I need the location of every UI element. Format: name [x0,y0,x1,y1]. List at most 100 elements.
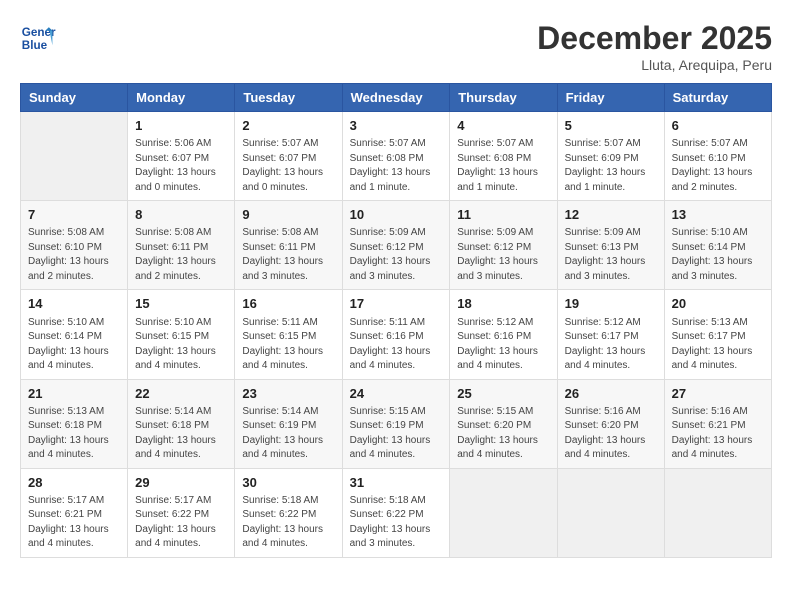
calendar-cell: 27 Sunrise: 5:16 AM Sunset: 6:21 PM Dayli… [664,379,771,468]
day-number: 25 [457,385,549,403]
calendar-week-4: 21Sunrise: 5:13 AM Sunset: 6:18 PM Dayli… [21,379,772,468]
page-header: General Blue December 2025 Lluta, Arequi… [20,20,772,73]
weekday-header-row: SundayMondayTuesdayWednesdayThursdayFrid… [21,84,772,112]
day-number: 15 [135,295,227,313]
day-number: 28 [28,474,120,492]
day-number: 24 [350,385,443,403]
calendar-cell: 26 Sunrise: 5:16 AM Sunset: 6:20 PM Dayli… [557,379,664,468]
day-info: Sunrise: 5:15 AM Sunset: 6:20 PM Dayligh… [457,405,549,463]
day-info: Sunrise: 5:18 AM Sunset: 6:22 PM Dayligh… [242,494,334,552]
calendar-cell: 4Sunrise: 5:07 AM Sunset: 6:08 PM Daylig… [450,112,557,201]
day-info: Sunrise: 5:16 AM Sunset: 6:20 PM Dayligh… [565,405,657,463]
calendar-cell: 31 Sunrise: 5:18 AM Sunset: 6:22 PM Dayli… [342,468,450,557]
day-number: 3 [350,117,443,135]
svg-text:Blue: Blue [22,39,48,52]
calendar-cell: 21Sunrise: 5:13 AM Sunset: 6:18 PM Dayli… [21,379,128,468]
day-number: 26 [565,385,657,403]
calendar-cell: 3 Sunrise: 5:07 AM Sunset: 6:08 PM Daylig… [342,112,450,201]
calendar-cell [557,468,664,557]
day-info: Sunrise: 5:09 AM Sunset: 6:12 PM Dayligh… [457,226,549,284]
day-info: Sunrise: 5:08 AM Sunset: 6:10 PM Dayligh… [28,226,120,284]
day-number: 14 [28,295,120,313]
day-number: 2 [242,117,334,135]
calendar-cell: 5Sunrise: 5:07 AM Sunset: 6:09 PM Daylig… [557,112,664,201]
title-area: December 2025 Lluta, Arequipa, Peru [537,20,772,73]
day-info: Sunrise: 5:08 AM Sunset: 6:11 PM Dayligh… [135,226,227,284]
calendar-cell: 7Sunrise: 5:08 AM Sunset: 6:10 PM Daylig… [21,201,128,290]
day-number: 10 [350,206,443,224]
day-info: Sunrise: 5:12 AM Sunset: 6:16 PM Dayligh… [457,316,549,374]
weekday-header-saturday: Saturday [664,84,771,112]
weekday-header-friday: Friday [557,84,664,112]
calendar-cell: 19Sunrise: 5:12 AM Sunset: 6:17 PM Dayli… [557,290,664,379]
day-number: 31 [350,474,443,492]
calendar-cell: 29 Sunrise: 5:17 AM Sunset: 6:22 PM Dayli… [128,468,235,557]
weekday-header-wednesday: Wednesday [342,84,450,112]
calendar-cell: 18 Sunrise: 5:12 AM Sunset: 6:16 PM Dayli… [450,290,557,379]
day-info: Sunrise: 5:10 AM Sunset: 6:15 PM Dayligh… [135,316,227,374]
weekday-header-sunday: Sunday [21,84,128,112]
calendar-cell: 6Sunrise: 5:07 AM Sunset: 6:10 PM Daylig… [664,112,771,201]
day-info: Sunrise: 5:09 AM Sunset: 6:13 PM Dayligh… [565,226,657,284]
logo: General Blue [20,20,56,56]
day-number: 4 [457,117,549,135]
calendar-cell: 14 Sunrise: 5:10 AM Sunset: 6:14 PM Dayli… [21,290,128,379]
month-title: December 2025 [537,20,772,57]
calendar-cell: 17 Sunrise: 5:11 AM Sunset: 6:16 PM Dayli… [342,290,450,379]
day-number: 22 [135,385,227,403]
calendar-cell: 2 Sunrise: 5:07 AM Sunset: 6:07 PM Daylig… [235,112,342,201]
day-number: 12 [565,206,657,224]
weekday-header-tuesday: Tuesday [235,84,342,112]
location-title: Lluta, Arequipa, Peru [537,57,772,73]
day-number: 21 [28,385,120,403]
calendar-cell: 23 Sunrise: 5:14 AM Sunset: 6:19 PM Dayli… [235,379,342,468]
day-number: 19 [565,295,657,313]
day-info: Sunrise: 5:14 AM Sunset: 6:19 PM Dayligh… [242,405,334,463]
weekday-header-monday: Monday [128,84,235,112]
calendar-cell: 24Sunrise: 5:15 AM Sunset: 6:19 PM Dayli… [342,379,450,468]
day-number: 27 [672,385,764,403]
day-info: Sunrise: 5:17 AM Sunset: 6:21 PM Dayligh… [28,494,120,552]
day-info: Sunrise: 5:11 AM Sunset: 6:16 PM Dayligh… [350,316,443,374]
day-info: Sunrise: 5:07 AM Sunset: 6:07 PM Dayligh… [242,137,334,195]
day-number: 1 [135,117,227,135]
calendar-cell: 8 Sunrise: 5:08 AM Sunset: 6:11 PM Daylig… [128,201,235,290]
calendar-cell: 13Sunrise: 5:10 AM Sunset: 6:14 PM Dayli… [664,201,771,290]
calendar-week-1: 1 Sunrise: 5:06 AM Sunset: 6:07 PM Daylig… [21,112,772,201]
day-info: Sunrise: 5:17 AM Sunset: 6:22 PM Dayligh… [135,494,227,552]
day-info: Sunrise: 5:10 AM Sunset: 6:14 PM Dayligh… [28,316,120,374]
day-info: Sunrise: 5:07 AM Sunset: 6:08 PM Dayligh… [350,137,443,195]
day-info: Sunrise: 5:07 AM Sunset: 6:09 PM Dayligh… [565,137,657,195]
calendar-cell [450,468,557,557]
day-info: Sunrise: 5:10 AM Sunset: 6:14 PM Dayligh… [672,226,764,284]
day-number: 23 [242,385,334,403]
day-info: Sunrise: 5:18 AM Sunset: 6:22 PM Dayligh… [350,494,443,552]
calendar-cell: 11 Sunrise: 5:09 AM Sunset: 6:12 PM Dayli… [450,201,557,290]
day-info: Sunrise: 5:08 AM Sunset: 6:11 PM Dayligh… [242,226,334,284]
day-number: 29 [135,474,227,492]
day-info: Sunrise: 5:09 AM Sunset: 6:12 PM Dayligh… [350,226,443,284]
calendar-cell: 10 Sunrise: 5:09 AM Sunset: 6:12 PM Dayli… [342,201,450,290]
calendar-cell: 9 Sunrise: 5:08 AM Sunset: 6:11 PM Daylig… [235,201,342,290]
day-number: 8 [135,206,227,224]
day-info: Sunrise: 5:06 AM Sunset: 6:07 PM Dayligh… [135,137,227,195]
calendar-cell [21,112,128,201]
day-number: 11 [457,206,549,224]
day-number: 20 [672,295,764,313]
day-number: 9 [242,206,334,224]
calendar-week-3: 14 Sunrise: 5:10 AM Sunset: 6:14 PM Dayli… [21,290,772,379]
calendar-week-2: 7Sunrise: 5:08 AM Sunset: 6:10 PM Daylig… [21,201,772,290]
calendar-cell [664,468,771,557]
calendar-cell: 30Sunrise: 5:18 AM Sunset: 6:22 PM Dayli… [235,468,342,557]
day-info: Sunrise: 5:13 AM Sunset: 6:17 PM Dayligh… [672,316,764,374]
calendar-cell: 20 Sunrise: 5:13 AM Sunset: 6:17 PM Dayli… [664,290,771,379]
weekday-header-thursday: Thursday [450,84,557,112]
calendar-cell: 15 Sunrise: 5:10 AM Sunset: 6:15 PM Dayli… [128,290,235,379]
day-number: 17 [350,295,443,313]
calendar-cell: 16Sunrise: 5:11 AM Sunset: 6:15 PM Dayli… [235,290,342,379]
calendar-cell: 12 Sunrise: 5:09 AM Sunset: 6:13 PM Dayli… [557,201,664,290]
logo-icon: General Blue [20,20,56,56]
day-info: Sunrise: 5:16 AM Sunset: 6:21 PM Dayligh… [672,405,764,463]
day-number: 16 [242,295,334,313]
day-number: 18 [457,295,549,313]
